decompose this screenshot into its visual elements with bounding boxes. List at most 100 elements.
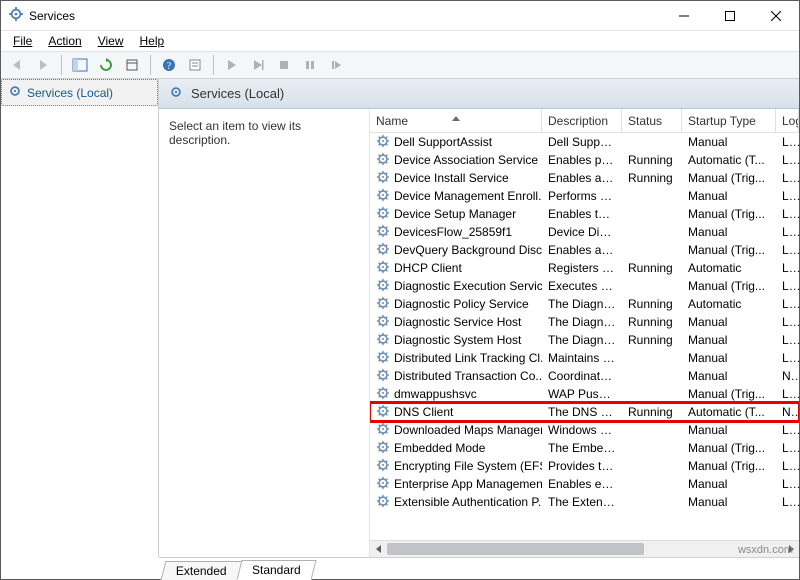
gear-icon [376,188,390,205]
minimize-button[interactable] [661,1,707,31]
service-row[interactable]: DevicesFlow_25859f1Device Disc...ManualL… [370,223,799,241]
service-row[interactable]: DNS ClientThe DNS Cli...RunningAutomatic… [370,403,799,421]
service-description: The Diagno... [542,297,622,311]
service-name: DHCP Client [394,261,462,275]
service-logon: Loc [776,153,799,167]
service-startup: Manual [682,423,776,437]
service-row[interactable]: Diagnostic Policy ServiceThe Diagno...Ru… [370,295,799,313]
service-name: Dell SupportAssist [394,135,492,149]
stop-button[interactable] [272,53,296,77]
service-description: WAP Push ... [542,387,622,401]
menubar: File Action View Help [1,31,799,51]
service-row[interactable]: Distributed Link Tracking Cl...Maintains… [370,349,799,367]
separator [61,55,62,75]
column-description[interactable]: Description [542,109,622,132]
service-description: The DNS Cli... [542,405,622,419]
service-logon: Loc [776,387,799,401]
service-name: Device Management Enroll... [394,189,542,203]
service-description: Executes dia... [542,279,622,293]
service-startup: Manual [682,189,776,203]
service-row[interactable]: Downloaded Maps ManagerWindows se...Manu… [370,421,799,439]
show-hide-tree-button[interactable] [68,53,92,77]
service-startup: Manual [682,135,776,149]
service-logon: Loc [776,333,799,347]
list-header: Name Description Status Startup Type Log [370,109,799,133]
service-row[interactable]: DevQuery Background Disc...Enables app..… [370,241,799,259]
menu-help[interactable]: Help [132,32,173,50]
column-startup[interactable]: Startup Type [682,109,776,132]
service-row[interactable]: Device Management Enroll...Performs D...… [370,187,799,205]
service-row[interactable]: Device Install ServiceEnables a c...Runn… [370,169,799,187]
menu-action[interactable]: Action [40,32,89,50]
service-startup: Manual [682,315,776,329]
column-logon[interactable]: Log [776,109,799,132]
service-name: Extensible Authentication P... [394,495,542,509]
sort-asc-icon [452,110,460,124]
service-logon: Loc [776,225,799,239]
gear-icon [376,242,390,259]
service-description: Coordinates... [542,369,622,383]
service-row[interactable]: Diagnostic Execution ServiceExecutes dia… [370,277,799,295]
service-row[interactable]: Diagnostic Service HostThe Diagno...Runn… [370,313,799,331]
close-button[interactable] [753,1,799,31]
service-logon: Loc [776,477,799,491]
help-button[interactable]: ? [157,53,181,77]
service-row[interactable]: DHCP ClientRegisters an...RunningAutomat… [370,259,799,277]
service-row[interactable]: Device Association ServiceEnables pair..… [370,151,799,169]
service-row[interactable]: Dell SupportAssistDell Suppor...ManualLo… [370,133,799,151]
service-name: Distributed Transaction Co... [394,369,542,383]
service-name: Diagnostic System Host [394,333,521,347]
tab-extended[interactable]: Extended [161,561,242,580]
stop-service-button[interactable] [246,53,270,77]
service-logon: Loc [776,297,799,311]
service-row[interactable]: Extensible Authentication P...The Extens… [370,493,799,511]
service-row[interactable]: Diagnostic System HostThe Diagno...Runni… [370,331,799,349]
maximize-button[interactable] [707,1,753,31]
service-description: Enables app... [542,243,622,257]
service-startup: Manual [682,369,776,383]
scroll-left-button[interactable] [370,541,387,557]
scroll-track[interactable] [387,541,782,557]
service-row[interactable]: Device Setup ManagerEnables the ...Manua… [370,205,799,223]
service-row[interactable]: Encrypting File System (EFS)Provides th.… [370,457,799,475]
gear-icon [376,224,390,241]
gear-icon [376,368,390,385]
column-name[interactable]: Name [370,109,542,132]
restart-button[interactable] [324,53,348,77]
service-name: DNS Client [394,405,453,419]
scroll-right-button[interactable] [782,541,799,557]
gear-icon [376,296,390,313]
scroll-thumb[interactable] [387,543,644,555]
refresh-button[interactable] [94,53,118,77]
separator [213,55,214,75]
service-row[interactable]: Enterprise App Managemen...Enables ent..… [370,475,799,493]
content-body: Select an item to view its description. … [159,109,799,557]
back-button[interactable] [5,53,29,77]
service-row[interactable]: Embedded ModeThe Embed...Manual (Trig...… [370,439,799,457]
forward-button[interactable] [31,53,55,77]
column-status[interactable]: Status [622,109,682,132]
service-logon: Loc [776,207,799,221]
service-startup: Manual (Trig... [682,387,776,401]
service-startup: Manual (Trig... [682,243,776,257]
menu-view[interactable]: View [90,32,132,50]
properties-button[interactable] [183,53,207,77]
service-startup: Automatic (T... [682,405,776,419]
service-description: Windows se... [542,423,622,437]
export-button[interactable] [120,53,144,77]
tab-standard[interactable]: Standard [236,560,316,580]
service-name: Embedded Mode [394,441,485,455]
pause-button[interactable] [298,53,322,77]
service-row[interactable]: dmwappushsvcWAP Push ...Manual (Trig...L… [370,385,799,403]
service-description: The Diagno... [542,333,622,347]
service-logon: Loc [776,243,799,257]
service-description: The Embed... [542,441,622,455]
gear-icon [376,134,390,151]
tree-root-item[interactable]: Services (Local) [1,79,158,106]
menu-file[interactable]: File [5,32,40,50]
horizontal-scrollbar[interactable] [370,540,799,557]
service-status: Running [622,153,682,167]
service-startup: Automatic [682,297,776,311]
service-row[interactable]: Distributed Transaction Co...Coordinates… [370,367,799,385]
start-service-button[interactable] [220,53,244,77]
